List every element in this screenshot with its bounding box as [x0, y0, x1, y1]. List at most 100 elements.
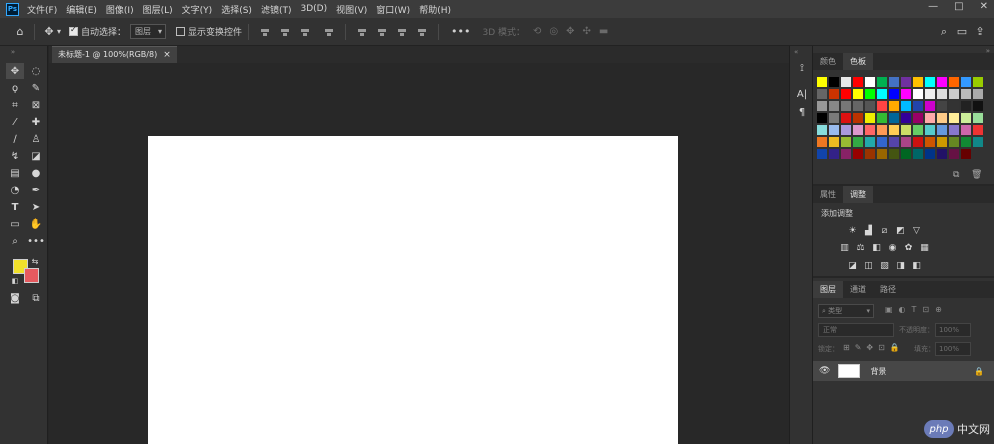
healing-brush-icon[interactable]: ✚: [27, 114, 45, 130]
distribute-icon[interactable]: [323, 26, 335, 38]
color-swatch[interactable]: [841, 113, 851, 123]
align-top-icon[interactable]: [356, 26, 368, 38]
color-swatch[interactable]: [925, 149, 935, 159]
color-swatch[interactable]: [889, 149, 899, 159]
tab-properties[interactable]: 属性: [813, 186, 843, 203]
share-icon[interactable]: ⇪: [972, 24, 988, 40]
color-swatch[interactable]: [877, 149, 887, 159]
color-swatch[interactable]: [901, 89, 911, 99]
frame-tool-icon[interactable]: ⊠: [27, 97, 45, 113]
maximize-button[interactable]: □: [954, 1, 963, 12]
color-swatch[interactable]: [865, 125, 875, 135]
color-swatch[interactable]: [949, 89, 959, 99]
color-swatch[interactable]: [913, 113, 923, 123]
color-swatch[interactable]: [961, 137, 971, 147]
color-swatch[interactable]: [973, 77, 983, 87]
color-swatch[interactable]: [901, 125, 911, 135]
selective-icon[interactable]: ◧: [911, 260, 922, 271]
chevron-down-icon[interactable]: ▾: [57, 27, 61, 36]
color-swatch[interactable]: [877, 77, 887, 87]
color-swatch[interactable]: [877, 125, 887, 135]
color-swatch[interactable]: [937, 125, 947, 135]
marquee-tool-icon[interactable]: ◌: [27, 63, 45, 79]
camera-icon[interactable]: ◉: [887, 242, 898, 253]
color-swatch[interactable]: [973, 113, 983, 123]
exposure-icon[interactable]: ◩: [895, 225, 906, 236]
tab-color[interactable]: 颜色: [813, 53, 843, 70]
color-swatch[interactable]: [913, 149, 923, 159]
blur-tool-icon[interactable]: ●: [27, 165, 45, 181]
distribute-vertical-icon[interactable]: [416, 26, 428, 38]
opacity-input[interactable]: 100%: [935, 323, 971, 337]
color-swatch[interactable]: [913, 101, 923, 111]
history-panel-icon[interactable]: ⟟: [793, 60, 811, 76]
quick-select-tool-icon[interactable]: ✎: [27, 80, 45, 96]
color-swatch[interactable]: [949, 125, 959, 135]
color-swatch[interactable]: [817, 137, 827, 147]
tab-swatches[interactable]: 色板: [843, 53, 873, 70]
color-swatch[interactable]: [865, 101, 875, 111]
color-swatch[interactable]: [853, 89, 863, 99]
menu-3d[interactable]: 3D(D): [300, 4, 327, 14]
tab-channels[interactable]: 通道: [843, 281, 873, 298]
color-swatch[interactable]: [961, 101, 971, 111]
color-swatch[interactable]: [901, 101, 911, 111]
eye-icon[interactable]: 👁: [819, 366, 830, 376]
color-swatch[interactable]: [877, 101, 887, 111]
color-swatch[interactable]: [925, 137, 935, 147]
menu-window[interactable]: 窗口(W): [376, 3, 410, 16]
color-swatch[interactable]: [949, 149, 959, 159]
color-swatch[interactable]: [829, 113, 839, 123]
new-swatch-icon[interactable]: ⧉: [953, 170, 959, 180]
align-bottom-icon[interactable]: [396, 26, 408, 38]
color-swatch[interactable]: [817, 101, 827, 111]
color-swatch[interactable]: [925, 89, 935, 99]
rectangle-tool-icon[interactable]: ▭: [6, 216, 24, 232]
brush-tool-icon[interactable]: ∕: [6, 131, 24, 147]
posterize-icon[interactable]: ◫: [863, 260, 874, 271]
eyedropper-tool-icon[interactable]: ⁄: [6, 114, 24, 130]
collapse-icon[interactable]: »: [4, 48, 22, 56]
close-tab-icon[interactable]: ×: [163, 47, 171, 63]
eraser-tool-icon[interactable]: ◪: [27, 148, 45, 164]
color-swatch[interactable]: [949, 113, 959, 123]
color-swatch[interactable]: [841, 89, 851, 99]
quick-mask-icon[interactable]: ◙: [6, 290, 24, 306]
menu-help[interactable]: 帮助(H): [419, 3, 451, 16]
minimize-button[interactable]: —: [928, 1, 938, 12]
more-tools-icon[interactable]: •••: [27, 233, 45, 249]
color-swatch[interactable]: [961, 89, 971, 99]
color-swatch[interactable]: [913, 77, 923, 87]
color-swatch[interactable]: [853, 77, 863, 87]
color-swatch[interactable]: [841, 149, 851, 159]
color-swatch[interactable]: [949, 101, 959, 111]
close-window-button[interactable]: ✕: [980, 1, 988, 12]
color-swatch[interactable]: [889, 89, 899, 99]
document-tab[interactable]: 未标题-1 @ 100%(RGB/8) ×: [52, 46, 177, 63]
color-swatch[interactable]: [913, 89, 923, 99]
search-icon[interactable]: ⌕: [936, 24, 952, 40]
color-swatch[interactable]: [841, 125, 851, 135]
background-color[interactable]: [24, 268, 39, 283]
color-swatch[interactable]: [973, 101, 983, 111]
color-swatch[interactable]: [961, 149, 971, 159]
color-swatch[interactable]: [817, 89, 827, 99]
curves-icon[interactable]: ⧄: [879, 225, 890, 236]
color-swatch[interactable]: [925, 125, 935, 135]
color-swatch[interactable]: [973, 125, 983, 135]
align-right-icon[interactable]: [299, 26, 311, 38]
color-swatch[interactable]: [937, 149, 947, 159]
menu-view[interactable]: 视图(V): [336, 3, 367, 16]
mixer-icon[interactable]: ✿: [903, 242, 914, 253]
color-swatch[interactable]: [865, 89, 875, 99]
color-swatch[interactable]: [841, 137, 851, 147]
auto-select-dropdown[interactable]: 图层: [130, 24, 167, 39]
color-swatch[interactable]: [865, 137, 875, 147]
type-tool-icon[interactable]: T: [6, 199, 24, 215]
menu-image[interactable]: 图像(I): [106, 3, 134, 16]
color-swatch[interactable]: [961, 125, 971, 135]
color-swatch[interactable]: [913, 137, 923, 147]
tab-paths[interactable]: 路径: [873, 281, 903, 298]
color-swatch[interactable]: [937, 101, 947, 111]
color-swatch[interactable]: [889, 77, 899, 87]
